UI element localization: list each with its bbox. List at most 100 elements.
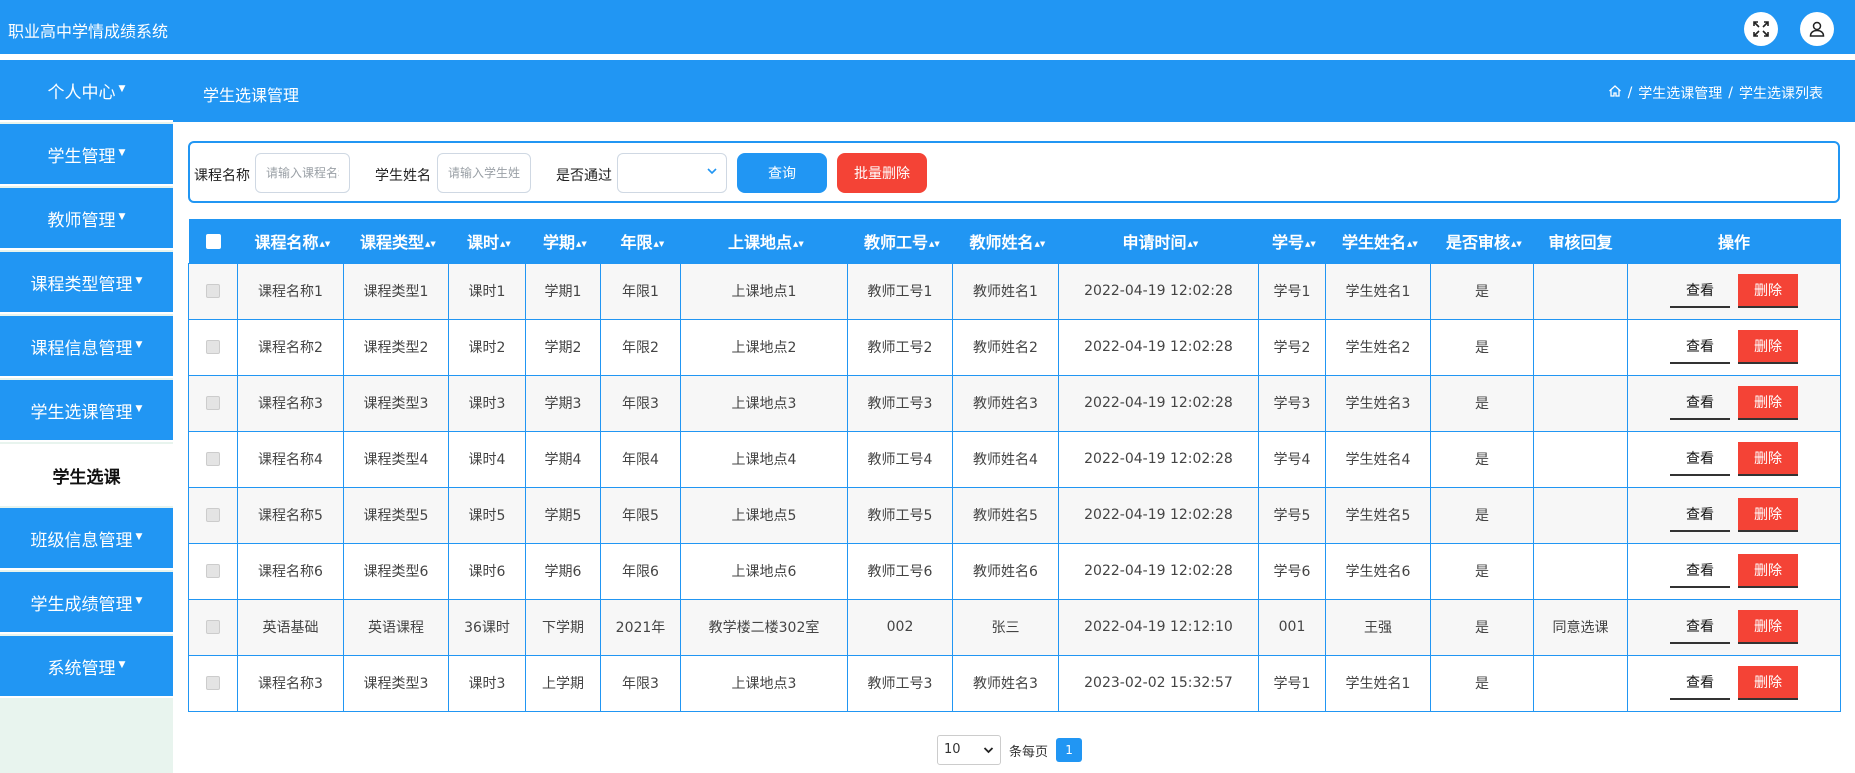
view-button[interactable]: 查看: [1670, 386, 1730, 420]
sort-icon[interactable]: ▲▼: [1305, 240, 1316, 247]
sidebar-subitem-student-selection[interactable]: 学生选课: [0, 444, 173, 506]
table-cell: 课程名称3: [237, 374, 344, 432]
table-cell: 年限4: [600, 430, 681, 488]
column-header[interactable]: 是否审核▲▼: [1430, 219, 1534, 263]
column-header[interactable]: 教师工号▲▼: [847, 219, 953, 263]
sort-icon[interactable]: ▲▼: [576, 240, 587, 247]
delete-button[interactable]: 删除: [1738, 330, 1798, 364]
table-cell: 学生姓名1: [1325, 262, 1431, 320]
sidebar-item-class-info-management[interactable]: 班级信息管理 ▼: [0, 508, 173, 570]
row-select-cell: [188, 374, 238, 432]
batch-delete-button[interactable]: 批量删除: [837, 153, 927, 193]
sort-icon[interactable]: ▲▼: [654, 240, 665, 247]
breadcrumb-item-module[interactable]: 学生选课管理: [1638, 83, 1722, 103]
table-cell: 学生姓名1: [1325, 654, 1431, 712]
sort-icon[interactable]: ▲▼: [793, 240, 804, 247]
column-header-label: 课程类型: [359, 232, 424, 252]
sidebar-item-label: 课程类型管理: [30, 274, 133, 295]
sidebar-item-course-type-management[interactable]: 课程类型管理 ▼: [0, 252, 173, 314]
table-cell: 教师姓名5: [952, 486, 1059, 544]
view-button[interactable]: 查看: [1670, 274, 1730, 308]
sort-icon[interactable]: ▲▼: [1188, 240, 1199, 247]
table-cell: 学生姓名4: [1325, 430, 1431, 488]
sidebar-item-label: 学生成绩管理: [30, 594, 133, 615]
fullscreen-expand-icon[interactable]: [1744, 12, 1778, 46]
table-row: 课程名称2 课程类型2 课时2 学期2 年限2 上课地点2 教师工号2 教师姓名2 2022-0…: [188, 318, 1841, 376]
sort-icon[interactable]: ▲▼: [320, 240, 331, 247]
table-cell: 学期3: [525, 374, 601, 432]
delete-button[interactable]: 删除: [1738, 554, 1798, 588]
caret-down-icon: ▼: [135, 339, 143, 350]
sort-icon[interactable]: ▲▼: [500, 240, 511, 247]
sidebar-item-course-info-management[interactable]: 课程信息管理 ▼: [0, 316, 173, 378]
sidebar-item-student-score-management[interactable]: 学生成绩管理 ▼: [0, 572, 173, 634]
chevron-down-icon: [706, 165, 718, 180]
column-header[interactable]: 申请时间▲▼: [1058, 219, 1259, 263]
table-cell: 课时5: [448, 486, 526, 544]
column-header[interactable]: 学期▲▼: [525, 219, 601, 263]
sort-icon[interactable]: ▲▼: [929, 240, 940, 247]
sidebar-item-student-selection-management[interactable]: 学生选课管理 ▼: [0, 380, 173, 442]
view-button[interactable]: 查看: [1670, 330, 1730, 364]
column-header[interactable]: 教师姓名▲▼: [952, 219, 1059, 263]
sidebar-item-personal-center[interactable]: 个人中心 ▼: [0, 60, 173, 122]
delete-button[interactable]: 删除: [1738, 666, 1798, 700]
student-name-input[interactable]: [437, 153, 531, 193]
table-cell: 2022-04-19 12:02:28: [1058, 486, 1259, 544]
table-cell: 课程类型4: [343, 430, 449, 488]
column-header[interactable]: 课程名称▲▼: [237, 219, 344, 263]
delete-button[interactable]: 删除: [1738, 498, 1798, 532]
passed-select[interactable]: [617, 153, 727, 193]
column-header[interactable]: 课时▲▼: [448, 219, 526, 263]
row-actions-cell: 查看 删除: [1627, 430, 1841, 488]
view-button[interactable]: 查看: [1670, 498, 1730, 532]
home-icon[interactable]: [1608, 84, 1622, 102]
row-checkbox[interactable]: [206, 508, 220, 522]
column-header-label: 上课地点: [727, 232, 792, 252]
view-button[interactable]: 查看: [1670, 554, 1730, 588]
page-size-select[interactable]: 10: [937, 735, 1001, 765]
table-cell: 是: [1430, 542, 1534, 600]
column-header[interactable]: 学生姓名▲▼: [1325, 219, 1431, 263]
table-cell: 是: [1430, 654, 1534, 712]
sort-icon[interactable]: ▲▼: [1407, 240, 1418, 247]
sidebar-item-system-management[interactable]: 系统管理 ▼: [0, 636, 173, 698]
column-header-label: 申请时间: [1122, 232, 1187, 252]
table-cell: 36课时: [448, 598, 526, 656]
sort-icon[interactable]: ▲▼: [1511, 240, 1522, 247]
column-header[interactable]: 课程类型▲▼: [343, 219, 449, 263]
row-checkbox[interactable]: [206, 564, 220, 578]
user-avatar-icon[interactable]: [1800, 12, 1834, 46]
row-checkbox[interactable]: [206, 452, 220, 466]
delete-button[interactable]: 删除: [1738, 610, 1798, 644]
row-select-cell: [188, 654, 238, 712]
course-name-input[interactable]: [255, 153, 350, 193]
row-select-cell: [188, 598, 238, 656]
table-cell: 2022-04-19 12:02:28: [1058, 374, 1259, 432]
column-header[interactable]: 学号▲▼: [1258, 219, 1326, 263]
sidebar-item-teacher-management[interactable]: 教师管理 ▼: [0, 188, 173, 250]
row-checkbox[interactable]: [206, 676, 220, 690]
delete-button[interactable]: 删除: [1738, 274, 1798, 308]
sort-icon[interactable]: ▲▼: [1035, 240, 1046, 247]
row-checkbox[interactable]: [206, 396, 220, 410]
delete-button[interactable]: 删除: [1738, 386, 1798, 420]
query-button[interactable]: 查询: [737, 153, 827, 193]
view-button[interactable]: 查看: [1670, 610, 1730, 644]
table-cell: [1533, 430, 1628, 488]
table-cell: 上课地点6: [680, 542, 848, 600]
column-header[interactable]: 上课地点▲▼: [680, 219, 848, 263]
column-header[interactable]: 年限▲▼: [600, 219, 681, 263]
select-all-checkbox[interactable]: [205, 234, 221, 250]
view-button[interactable]: 查看: [1670, 442, 1730, 476]
view-button[interactable]: 查看: [1670, 666, 1730, 700]
row-checkbox[interactable]: [206, 620, 220, 634]
row-checkbox[interactable]: [206, 284, 220, 298]
delete-button[interactable]: 删除: [1738, 442, 1798, 476]
page-number-current[interactable]: 1: [1056, 738, 1083, 762]
row-checkbox[interactable]: [206, 340, 220, 354]
column-header-label: 学期: [542, 232, 575, 252]
table-cell: 课程名称5: [237, 486, 344, 544]
sidebar-item-student-management[interactable]: 学生管理 ▼: [0, 124, 173, 186]
sort-icon[interactable]: ▲▼: [425, 240, 436, 247]
